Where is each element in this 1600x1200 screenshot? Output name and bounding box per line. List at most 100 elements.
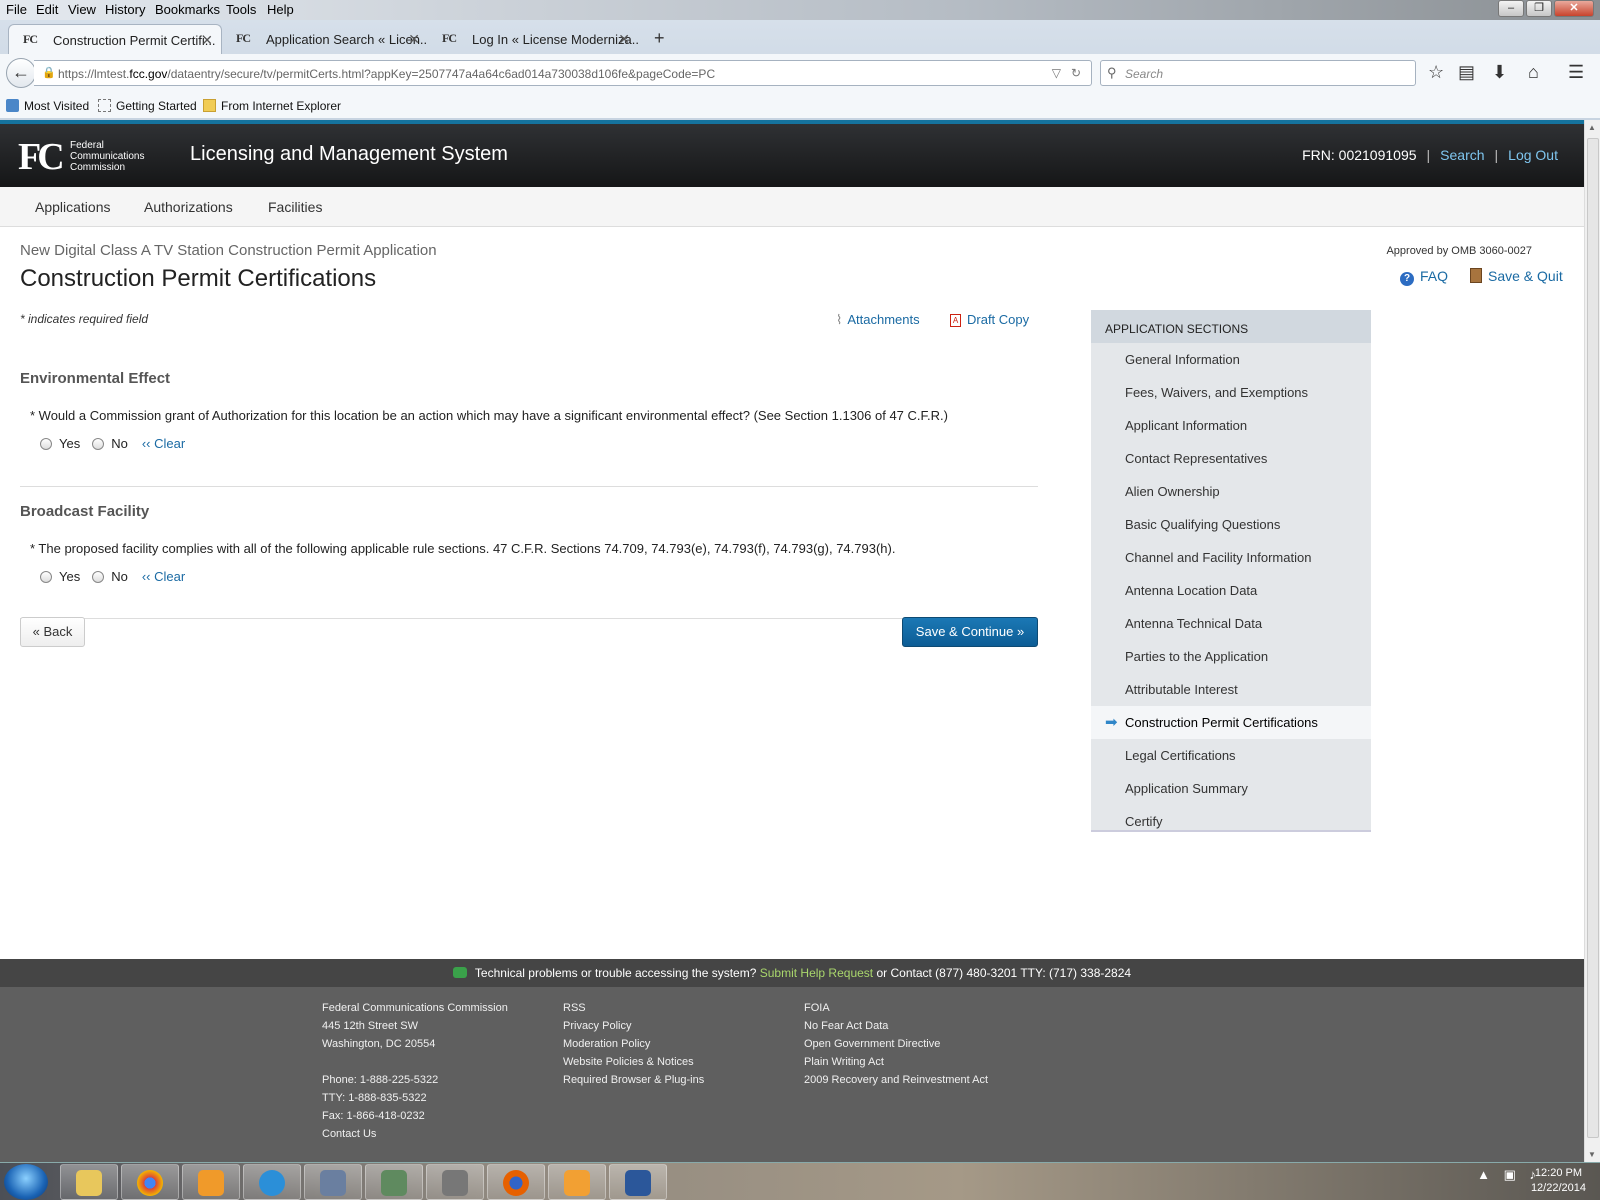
save-quit-link[interactable]: Save & Quit bbox=[1470, 268, 1563, 284]
taskbar-media-player[interactable] bbox=[182, 1164, 240, 1200]
tab-construction-permit[interactable]: FC Construction Permit Certifi... ✕ bbox=[8, 24, 222, 54]
menu-file[interactable]: File bbox=[6, 2, 27, 17]
help-icon: ? bbox=[1400, 272, 1414, 286]
section-link[interactable]: Antenna Technical Data bbox=[1091, 607, 1371, 640]
bookmark-from-ie[interactable]: From Internet Explorer bbox=[203, 99, 341, 113]
application-sections-heading: APPLICATION SECTIONS bbox=[1091, 310, 1371, 343]
scroll-up-icon[interactable]: ▲ bbox=[1588, 123, 1596, 132]
dropdown-arrow-icon[interactable]: ▽ bbox=[1052, 66, 1061, 80]
nav-authorizations[interactable]: Authorizations bbox=[144, 199, 233, 215]
menu-view[interactable]: View bbox=[68, 2, 96, 17]
close-tab-icon[interactable]: ✕ bbox=[408, 31, 420, 48]
section-link[interactable]: Applicant Information bbox=[1091, 409, 1371, 442]
section-link[interactable]: Fees, Waivers, and Exemptions bbox=[1091, 376, 1371, 409]
hamburger-menu-icon[interactable]: ☰ bbox=[1568, 62, 1584, 83]
section-link[interactable]: Contact Representatives bbox=[1091, 442, 1371, 475]
section-link[interactable]: Application Summary bbox=[1091, 772, 1371, 805]
section-link[interactable]: General Information bbox=[1091, 343, 1371, 376]
nav-facilities[interactable]: Facilities bbox=[268, 199, 322, 215]
close-tab-icon[interactable]: ✕ bbox=[201, 32, 213, 49]
footer-link[interactable]: Open Government Directive bbox=[804, 1035, 988, 1053]
url-bar[interactable]: 🔒 https://lmtest.fcc.gov/dataentry/secur… bbox=[34, 60, 1092, 86]
submit-help-link[interactable]: Submit Help Request bbox=[760, 966, 873, 980]
section-link[interactable]: Certify bbox=[1091, 805, 1371, 838]
footer-link[interactable]: 2009 Recovery and Reinvestment Act bbox=[804, 1071, 988, 1089]
vertical-scrollbar[interactable]: ▲ ▼ bbox=[1584, 120, 1600, 1162]
reload-icon[interactable]: ↻ bbox=[1071, 66, 1081, 80]
network-tray-icon[interactable]: ▣ bbox=[1504, 1167, 1516, 1182]
scroll-down-icon[interactable]: ▼ bbox=[1588, 1150, 1596, 1159]
footer-link[interactable]: FOIA bbox=[804, 999, 988, 1017]
taskbar-internet-explorer[interactable] bbox=[243, 1164, 301, 1200]
taskbar-clock[interactable]: 12:20 PM 12/22/2014 bbox=[1531, 1166, 1586, 1196]
menu-help[interactable]: Help bbox=[267, 2, 294, 17]
close-window-button[interactable]: ✕ bbox=[1554, 0, 1594, 17]
footer-link[interactable]: Privacy Policy bbox=[563, 1017, 704, 1035]
bookmark-most-visited[interactable]: Most Visited bbox=[6, 99, 89, 113]
reading-list-icon[interactable]: ▤ bbox=[1458, 62, 1475, 83]
clear-link[interactable]: ‹‹ Clear bbox=[142, 436, 185, 451]
footer-link[interactable]: Required Browser & Plug-ins bbox=[563, 1071, 704, 1089]
section-link[interactable]: ➡ Construction Permit Certifications bbox=[1091, 706, 1371, 739]
menu-history[interactable]: History bbox=[105, 2, 145, 17]
taskbar-word[interactable] bbox=[609, 1164, 667, 1200]
save-continue-button[interactable]: Save & Continue » bbox=[902, 617, 1038, 647]
menu-bookmarks[interactable]: Bookmarks bbox=[155, 2, 220, 17]
section-link-label: Certify bbox=[1125, 814, 1163, 829]
menu-tools[interactable]: Tools bbox=[226, 2, 256, 17]
footer-link[interactable]: Plain Writing Act bbox=[804, 1053, 988, 1071]
windows-start-button[interactable] bbox=[4, 1164, 48, 1200]
bookmark-star-icon[interactable]: ☆ bbox=[1428, 62, 1444, 83]
browser-search-input[interactable]: ⚲ Search bbox=[1100, 60, 1416, 86]
footer-link[interactable]: Contact Us bbox=[322, 1125, 508, 1143]
taskbar-explorer[interactable] bbox=[60, 1164, 118, 1200]
faq-link[interactable]: ? FAQ bbox=[1400, 268, 1448, 286]
section-link[interactable]: Antenna Location Data bbox=[1091, 574, 1371, 607]
search-link[interactable]: Search bbox=[1440, 147, 1484, 163]
scroll-thumb[interactable] bbox=[1587, 138, 1599, 1138]
downloads-icon[interactable]: ⬇ bbox=[1492, 62, 1507, 83]
section-link[interactable]: Parties to the Application bbox=[1091, 640, 1371, 673]
section-link[interactable]: Basic Qualifying Questions bbox=[1091, 508, 1371, 541]
divider bbox=[20, 486, 1038, 487]
section-link[interactable]: Legal Certifications bbox=[1091, 739, 1371, 772]
home-icon[interactable]: ⌂ bbox=[1528, 62, 1539, 83]
radio-yes[interactable] bbox=[40, 570, 52, 583]
footer-link[interactable]: No Fear Act Data bbox=[804, 1017, 988, 1035]
footer-link[interactable]: Moderation Policy bbox=[563, 1035, 704, 1053]
close-tab-icon[interactable]: ✕ bbox=[618, 31, 630, 48]
clear-link[interactable]: ‹‹ Clear bbox=[142, 569, 185, 584]
tab-log-in[interactable]: FC Log In « License Moderniza... ✕ bbox=[428, 24, 638, 54]
footer-link[interactable]: RSS bbox=[563, 999, 704, 1017]
radio-no[interactable] bbox=[92, 437, 105, 450]
section-link[interactable]: Alien Ownership bbox=[1091, 475, 1371, 508]
radio-yes[interactable] bbox=[40, 437, 52, 450]
tab-application-search[interactable]: FC Application Search « Licen... ✕ bbox=[222, 24, 428, 54]
section-link[interactable]: Channel and Facility Information bbox=[1091, 541, 1371, 574]
footer-link[interactable]: Website Policies & Notices bbox=[563, 1053, 704, 1071]
maximize-button[interactable]: ❐ bbox=[1526, 0, 1552, 17]
taskbar-chrome[interactable] bbox=[121, 1164, 179, 1200]
windows-taskbar: ▲ ▣ ♪ 12:20 PM 12/22/2014 bbox=[0, 1162, 1600, 1200]
section-link[interactable]: Attributable Interest bbox=[1091, 673, 1371, 706]
taskbar-firefox[interactable] bbox=[487, 1164, 545, 1200]
fcc-logo[interactable]: FC bbox=[18, 138, 65, 176]
attachments-link[interactable]: ⌇ Attachments bbox=[836, 312, 920, 328]
taskbar-device-app[interactable] bbox=[426, 1164, 484, 1200]
tray-expand-icon[interactable]: ▲ bbox=[1477, 1167, 1490, 1182]
logout-link[interactable]: Log Out bbox=[1508, 147, 1558, 163]
back-button[interactable]: « Back bbox=[20, 617, 85, 647]
radio-no[interactable] bbox=[92, 570, 105, 583]
draft-copy-link[interactable]: A Draft Copy bbox=[950, 312, 1029, 327]
taskbar-outlook[interactable] bbox=[548, 1164, 606, 1200]
search-icon: ⚲ bbox=[1107, 65, 1117, 80]
radio-yes-label: Yes bbox=[59, 569, 81, 584]
back-arrow-icon[interactable]: ← bbox=[6, 58, 36, 88]
minimize-button[interactable]: – bbox=[1498, 0, 1524, 17]
menu-edit[interactable]: Edit bbox=[36, 2, 58, 17]
taskbar-remote-desktop[interactable] bbox=[365, 1164, 423, 1200]
taskbar-network-app[interactable] bbox=[304, 1164, 362, 1200]
new-tab-icon[interactable]: + bbox=[654, 28, 665, 49]
bookmark-getting-started[interactable]: Getting Started bbox=[98, 99, 197, 113]
nav-applications[interactable]: Applications bbox=[35, 199, 111, 215]
